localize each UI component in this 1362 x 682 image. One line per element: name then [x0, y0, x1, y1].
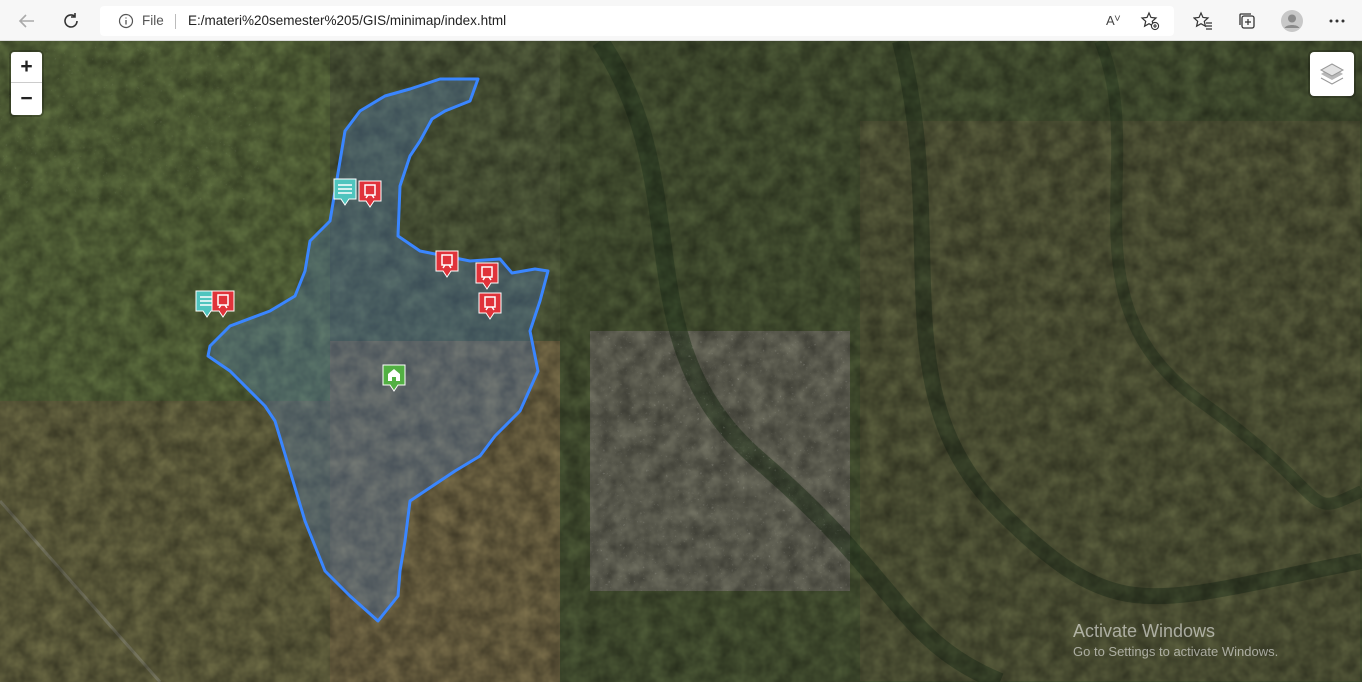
- watermark-title: Activate Windows: [1073, 621, 1216, 641]
- bus-stop-marker-1[interactable]: [357, 179, 383, 209]
- zoom-control: + −: [11, 52, 42, 115]
- satellite-imagery[interactable]: [0, 41, 1362, 682]
- address-bar[interactable]: File E:/materi%20semester%205/GIS/minima…: [100, 6, 1174, 36]
- avatar-icon: [1281, 10, 1303, 32]
- favorites-button[interactable]: [1188, 6, 1218, 36]
- browser-toolbar: File E:/materi%20semester%205/GIS/minima…: [0, 0, 1362, 41]
- info-icon[interactable]: [118, 13, 134, 29]
- file-label: File: [142, 13, 164, 28]
- profile-button[interactable]: [1277, 6, 1307, 36]
- bus-stop-marker-5[interactable]: [477, 291, 503, 321]
- zoom-out-button[interactable]: −: [11, 83, 42, 114]
- layers-button[interactable]: [1310, 52, 1354, 96]
- back-button[interactable]: [12, 6, 42, 36]
- add-favorite-icon[interactable]: [1140, 11, 1160, 31]
- layers-icon: [1319, 63, 1345, 85]
- map-canvas[interactable]: + − Activate Windows Go to Settings to a…: [0, 41, 1362, 682]
- favorites-icon: [1193, 11, 1212, 30]
- more-button[interactable]: [1322, 6, 1352, 36]
- bus-stop-marker-2[interactable]: [210, 289, 236, 319]
- refresh-button[interactable]: [56, 6, 86, 36]
- collections-button[interactable]: [1232, 6, 1262, 36]
- read-aloud-icon[interactable]: Aⱽ: [1106, 13, 1120, 29]
- zoom-in-button[interactable]: +: [11, 52, 42, 83]
- education-marker-1[interactable]: [332, 177, 358, 207]
- url-text[interactable]: E:/materi%20semester%205/GIS/minimap/ind…: [188, 13, 506, 28]
- windows-activation-watermark: Activate Windows Go to Settings to activ…: [1073, 621, 1278, 659]
- arrow-left-icon: [18, 14, 34, 28]
- more-icon: [1329, 19, 1345, 23]
- collections-icon: [1239, 13, 1255, 29]
- watermark-subtitle: Go to Settings to activate Windows.: [1073, 644, 1279, 659]
- bus-stop-marker-4[interactable]: [474, 261, 500, 291]
- home-marker[interactable]: [381, 363, 407, 393]
- address-separator: [175, 14, 176, 29]
- refresh-icon: [64, 13, 78, 28]
- bus-stop-marker-3[interactable]: [434, 249, 460, 279]
